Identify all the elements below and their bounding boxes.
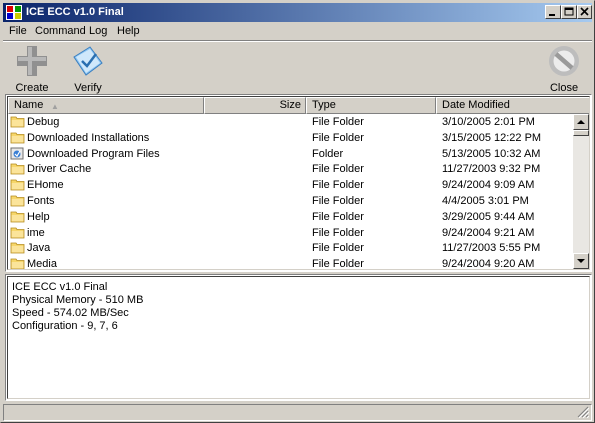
- arrow-up-icon: [577, 120, 585, 124]
- menu-bar: File Command Log Help: [3, 22, 592, 40]
- app-icon: [6, 5, 22, 20]
- special-folder-icon: [10, 147, 24, 160]
- column-header-name[interactable]: Name ▲: [8, 97, 204, 114]
- folder-icon: [10, 132, 25, 144]
- file-date: 11/27/2003 9:32 PM: [442, 163, 541, 176]
- menu-command[interactable]: Command: [35, 25, 86, 37]
- folder-icon: [10, 116, 25, 128]
- maximize-icon: [564, 7, 574, 16]
- table-row[interactable]: Debug File Folder 3/10/2005 2:01 PM: [8, 114, 574, 130]
- file-date: 3/29/2005 9:44 AM: [442, 210, 535, 223]
- file-date: 9/24/2004 9:21 AM: [442, 226, 535, 239]
- file-type: File Folder: [312, 163, 364, 176]
- table-row[interactable]: Java File Folder 11/27/2003 5:55 PM: [8, 240, 574, 256]
- folder-icon: [10, 163, 25, 175]
- file-name: Fonts: [27, 194, 55, 207]
- file-name: ime: [27, 226, 45, 239]
- scroll-down-button[interactable]: [573, 253, 589, 269]
- column-header-type[interactable]: Type: [306, 97, 436, 114]
- info-line: Configuration - 9, 7, 6: [12, 320, 118, 332]
- file-date: 4/4/2005 3:01 PM: [442, 194, 529, 207]
- folder-icon: [10, 258, 25, 269]
- info-panel[interactable]: ICE ECC v1.0 Final Physical Memory - 510…: [5, 274, 592, 401]
- verify-label: Verify: [74, 82, 102, 94]
- scroll-up-button[interactable]: [573, 114, 589, 130]
- create-button[interactable]: Create: [8, 43, 56, 94]
- no-entry-icon: [549, 46, 579, 76]
- close-x-icon: [580, 7, 589, 16]
- table-row[interactable]: Help File Folder 3/29/2005 9:44 AM: [8, 209, 574, 225]
- folder-icon: [10, 195, 25, 207]
- sort-ascending-icon: ▲: [51, 102, 59, 111]
- minimize-button[interactable]: [545, 5, 561, 19]
- file-date: 3/15/2005 12:22 PM: [442, 131, 542, 144]
- table-row[interactable]: Fonts File Folder 4/4/2005 3:01 PM: [8, 193, 574, 209]
- file-date: 3/10/2005 2:01 PM: [442, 116, 535, 128]
- table-row[interactable]: Downloaded Installations File Folder 3/15/…: [8, 130, 574, 146]
- folder-icon: [10, 227, 25, 238]
- file-type: File Folder: [312, 242, 364, 255]
- vertical-scrollbar[interactable]: [573, 114, 589, 269]
- file-name: Driver Cache: [27, 163, 92, 176]
- file-date: 11/27/2003 5:55 PM: [442, 242, 541, 255]
- table-row[interactable]: Driver Cache File Folder 11/27/2003 9:32 P…: [8, 161, 574, 177]
- verify-button[interactable]: Verify: [64, 43, 112, 94]
- file-rows: Debug File Folder 3/10/2005 2:01 PM Downloa…: [8, 114, 574, 270]
- window-title: ICE ECC v1.0 Final: [26, 6, 124, 18]
- folder-icon: [10, 242, 25, 254]
- scrollbar-thumb[interactable]: [573, 130, 589, 136]
- file-type: File Folder: [312, 131, 364, 144]
- menu-help[interactable]: Help: [117, 25, 140, 37]
- info-line: Physical Memory - 510 MB: [12, 294, 144, 306]
- arrow-down-icon: [577, 259, 585, 263]
- file-name: Debug: [27, 116, 60, 128]
- column-header-date[interactable]: Date Modified: [436, 97, 589, 114]
- file-type: File Folder: [312, 116, 364, 128]
- folder-icon: [10, 179, 25, 191]
- column-header-size[interactable]: Size: [204, 97, 306, 114]
- title-bar[interactable]: ICE ECC v1.0 Final: [3, 3, 592, 22]
- file-type: File Folder: [312, 226, 364, 239]
- file-type: File Folder: [312, 210, 364, 223]
- app-window: ICE ECC v1.0 Final File Command Log Help…: [0, 0, 595, 423]
- table-row[interactable]: ime File Folder 9/24/2004 9:21 AM: [8, 225, 574, 241]
- file-name: Downloaded Program Files: [27, 147, 160, 160]
- info-line: Speed - 574.02 MB/Sec: [12, 307, 129, 319]
- create-label: Create: [15, 82, 49, 94]
- folder-icon: [10, 211, 25, 223]
- file-date: 9/24/2004 9:20 AM: [442, 258, 535, 270]
- file-type: File Folder: [312, 194, 364, 207]
- file-name: Downloaded Installations: [27, 131, 150, 144]
- table-row[interactable]: EHome File Folder 9/24/2004 9:09 AM: [8, 177, 574, 193]
- document-check-icon: [73, 46, 103, 76]
- maximize-button[interactable]: [561, 5, 577, 19]
- file-name: Help: [27, 210, 50, 223]
- close-button[interactable]: Close: [540, 43, 588, 94]
- file-name: EHome: [27, 179, 64, 192]
- table-row[interactable]: Media File Folder 9/24/2004 9:20 AM: [8, 256, 574, 270]
- minimize-icon: [549, 14, 555, 16]
- file-date: 9/24/2004 9:09 AM: [442, 179, 535, 192]
- table-row[interactable]: Downloaded Program Files Folder 5/13/2005 …: [8, 146, 574, 162]
- plus-icon: [17, 46, 47, 76]
- file-name: Media: [27, 258, 57, 270]
- toolbar-separator: [3, 40, 592, 42]
- file-name: Java: [27, 242, 51, 255]
- status-bar: [3, 404, 592, 421]
- menu-file[interactable]: File: [9, 25, 27, 37]
- close-label: Close: [549, 82, 579, 94]
- menu-log[interactable]: Log: [89, 25, 107, 37]
- file-list[interactable]: Name ▲ Size Type Date Modified Debug File…: [5, 94, 592, 272]
- file-date: 5/13/2005 10:32 AM: [442, 147, 541, 160]
- file-type: File Folder: [312, 179, 364, 192]
- file-type: Folder: [312, 147, 344, 160]
- info-line: ICE ECC v1.0 Final: [12, 281, 108, 293]
- close-window-button[interactable]: [577, 5, 592, 19]
- file-type: File Folder: [312, 258, 364, 270]
- resize-grip-icon[interactable]: [577, 406, 589, 418]
